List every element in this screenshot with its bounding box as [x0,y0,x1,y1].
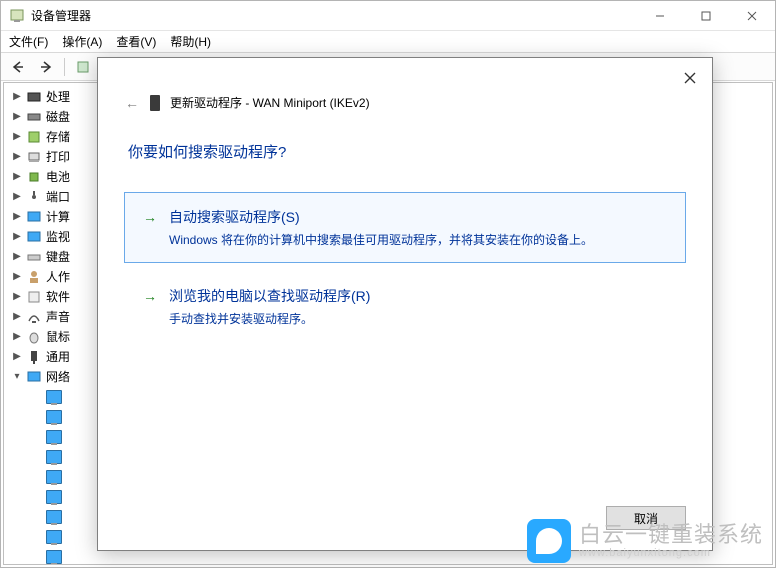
tree-item-label: 网络 [46,367,70,387]
expand-icon[interactable]: ▶ [10,187,24,207]
category-icon [26,229,42,245]
menu-action[interactable]: 操作(A) [62,33,102,50]
arrow-icon: → [143,288,157,304]
tree-item-label: 存储 [46,127,70,147]
expand-icon[interactable]: ▶ [10,287,24,307]
expand-icon[interactable]: ▶ [10,307,24,327]
category-icon [26,109,42,125]
network-adapter-icon [46,529,62,545]
dialog-close-button[interactable] [674,64,706,92]
window-title: 设备管理器 [31,7,637,24]
toolbar-icon-1[interactable] [70,55,96,79]
minimize-button[interactable] [637,1,683,30]
network-adapter-icon [46,429,62,445]
category-icon [26,89,42,105]
category-icon [26,209,42,225]
expand-icon[interactable]: ▶ [10,327,24,347]
category-icon [26,169,42,185]
option-browse[interactable]: → 浏览我的电脑以查找驱动程序(R) 手动查找并安装驱动程序。 [124,271,686,342]
option-auto-search[interactable]: → 自动搜索驱动程序(S) Windows 将在你的计算机中搜索最佳可用驱动程序… [124,192,686,263]
back-button[interactable] [5,55,31,79]
dialog-heading: 你要如何搜索驱动程序? [98,111,712,162]
tree-item-label: 打印 [46,147,70,167]
maximize-button[interactable] [683,1,729,30]
tree-item-label: 端口 [46,187,70,207]
tree-item-label: 声音 [46,307,70,327]
category-icon [26,289,42,305]
expand-icon[interactable]: ▶ [10,347,24,367]
forward-button[interactable] [33,55,59,79]
tree-item-label: 磁盘 [46,107,70,127]
update-driver-dialog: ← 更新驱动程序 - WAN Miniport (IKEv2) 你要如何搜索驱动… [97,57,713,551]
tree-item-label: 监视 [46,227,70,247]
close-button[interactable] [729,1,775,30]
category-icon [26,189,42,205]
network-adapter-icon [46,469,62,485]
menu-help[interactable]: 帮助(H) [170,33,211,50]
menu-file[interactable]: 文件(F) [9,33,48,50]
expand-icon[interactable]: ▶ [10,127,24,147]
expand-icon[interactable]: ▶ [10,267,24,287]
network-adapter-icon [46,549,62,565]
device-manager-window: 设备管理器 文件(F) 操作(A) 查看(V) 帮助(H) ▶ 处理 ▶ 磁盘 ▶ 存储 ▶… [0,0,776,568]
dialog-back-arrow[interactable]: ← [124,95,140,111]
tree-item-label: 计算 [46,207,70,227]
network-adapter-icon [46,489,62,505]
network-icon [26,369,42,385]
category-icon [26,349,42,365]
collapse-icon[interactable]: ▾ [10,367,24,387]
option-title: 自动搜索驱动程序(S) [169,207,669,227]
tree-item-label: 键盘 [46,247,70,267]
category-icon [26,249,42,265]
tree-item-label: 电池 [46,167,70,187]
expand-icon[interactable]: ▶ [10,207,24,227]
option-title: 浏览我的电脑以查找驱动程序(R) [169,286,669,306]
network-adapter-icon [46,409,62,425]
titlebar: 设备管理器 [1,1,775,31]
tree-item-label: 通用 [46,347,70,367]
cancel-button[interactable]: 取消 [606,506,686,530]
expand-icon[interactable]: ▶ [10,167,24,187]
app-icon [9,8,25,24]
expand-icon[interactable]: ▶ [10,147,24,167]
network-adapter-icon [46,449,62,465]
option-subtitle: Windows 将在你的计算机中搜索最佳可用驱动程序，并将其安装在你的设备上。 [169,231,669,248]
category-icon [26,149,42,165]
tree-item-label: 处理 [46,87,70,107]
expand-icon[interactable]: ▶ [10,247,24,267]
category-icon [26,269,42,285]
category-icon [26,329,42,345]
tree-item-label: 软件 [46,287,70,307]
network-adapter-icon [46,509,62,525]
dialog-breadcrumb: 更新驱动程序 - WAN Miniport (IKEv2) [170,94,370,111]
menubar: 文件(F) 操作(A) 查看(V) 帮助(H) [1,31,775,53]
tree-item-label: 鼠标 [46,327,70,347]
category-icon [26,309,42,325]
arrow-icon: → [143,209,157,225]
category-icon [26,129,42,145]
menu-view[interactable]: 查看(V) [116,33,156,50]
expand-icon[interactable]: ▶ [10,87,24,107]
tree-item-label: 人作 [46,267,70,287]
option-subtitle: 手动查找并安装驱动程序。 [169,310,669,327]
device-icon [150,95,160,111]
network-adapter-icon [46,389,62,405]
expand-icon[interactable]: ▶ [10,227,24,247]
expand-icon[interactable]: ▶ [10,107,24,127]
